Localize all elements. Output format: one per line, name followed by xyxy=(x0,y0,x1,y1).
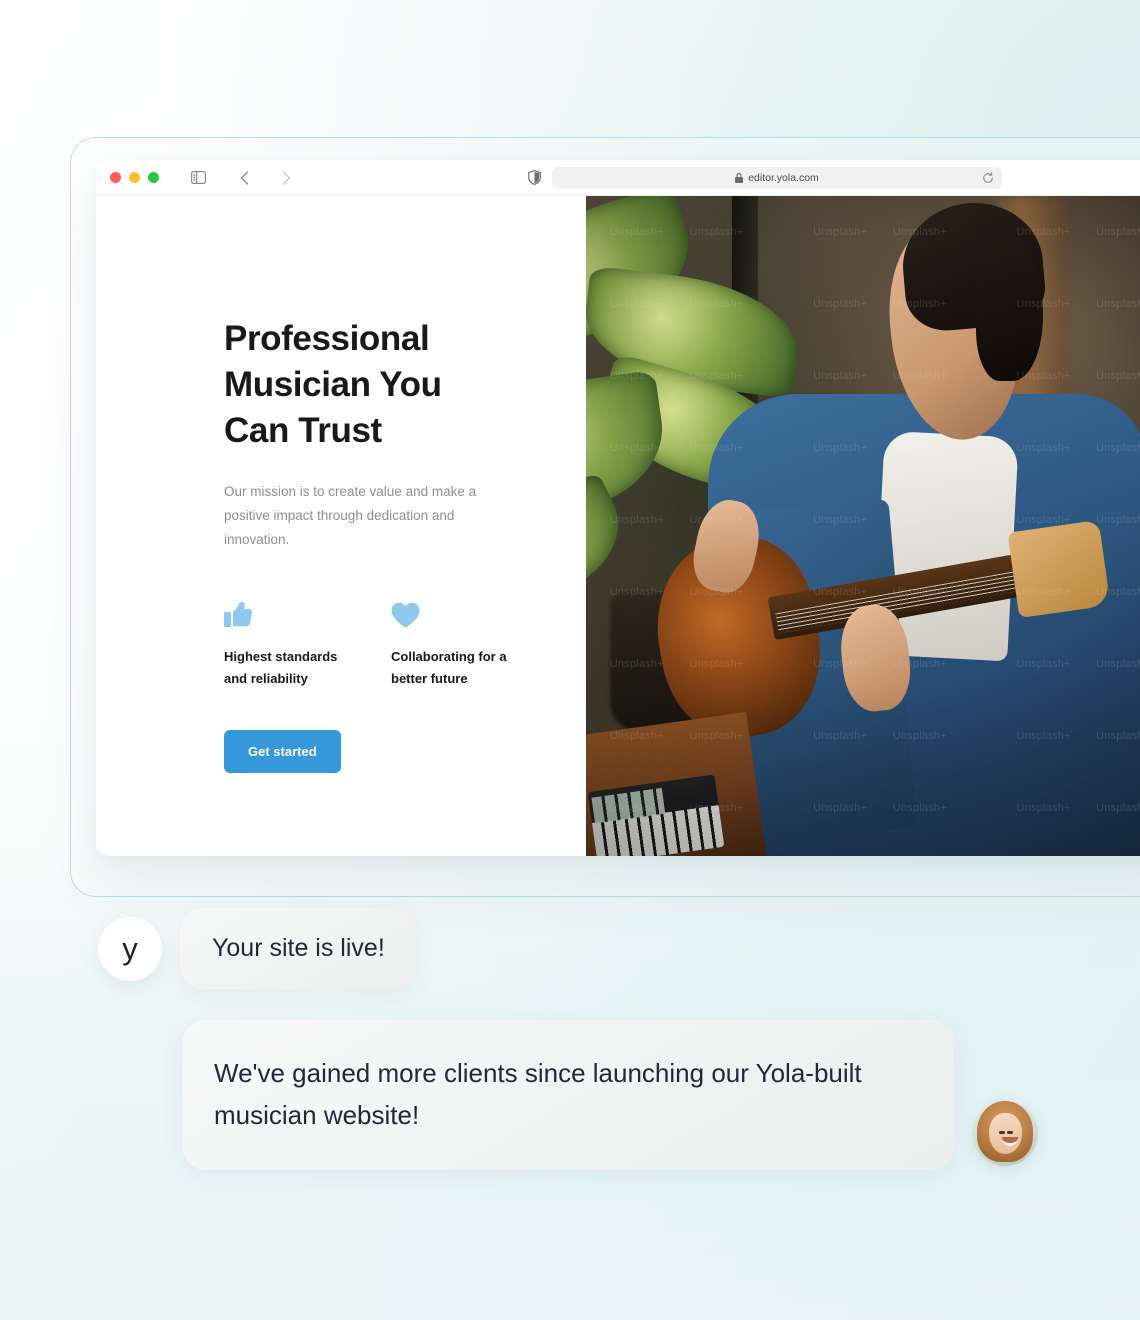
maximize-window-button[interactable] xyxy=(148,172,159,183)
feature-label: Collaborating for a better future xyxy=(391,649,507,686)
website-page: Professional Musician You Can Trust Our … xyxy=(96,196,1140,856)
reload-icon[interactable] xyxy=(982,171,994,184)
chat-bubble-site-live: Your site is live! xyxy=(180,908,417,989)
lock-icon xyxy=(735,172,744,183)
chevron-right-icon[interactable] xyxy=(273,166,299,190)
yola-logo-avatar: y xyxy=(98,916,162,981)
thumbs-up-icon xyxy=(224,598,356,628)
avatar-smile xyxy=(1001,1136,1018,1146)
avatar-eye xyxy=(1006,1131,1013,1135)
browser-titlebar: editor.yola.com xyxy=(96,160,1140,196)
feature-item: Highest standards and reliability xyxy=(224,598,356,690)
privacy-controls[interactable] xyxy=(521,166,547,190)
heart-icon xyxy=(391,598,523,628)
browser-nav-controls[interactable] xyxy=(185,166,299,190)
hero-text-column: Professional Musician You Can Trust Our … xyxy=(96,196,586,856)
traffic-lights[interactable] xyxy=(110,172,159,183)
chat-message-row: y Your site is live! xyxy=(98,908,417,989)
page-subtitle: Our mission is to create value and make … xyxy=(224,484,477,547)
hero-image-column: Unsplash+Unsplash+Unsplash+Unsplash+Unsp… xyxy=(586,196,1140,856)
client-avatar xyxy=(972,1100,1038,1166)
chat-message-row: We've gained more clients since launchin… xyxy=(182,1020,1052,1170)
feature-item: Collaborating for a better future xyxy=(391,598,523,690)
feature-label: Highest standards and reliability xyxy=(224,649,338,686)
feature-list: Highest standards and reliability Collab… xyxy=(224,598,586,690)
sidebar-toggle-icon[interactable] xyxy=(185,166,211,190)
close-window-button[interactable] xyxy=(110,172,121,183)
browser-window: editor.yola.com Professional Musician Yo… xyxy=(96,160,1140,856)
avatar-eye xyxy=(999,1131,1006,1135)
address-bar[interactable]: editor.yola.com xyxy=(552,166,1002,189)
chat-bubble-testimonial: We've gained more clients since launchin… xyxy=(182,1020,954,1170)
minimize-window-button[interactable] xyxy=(129,172,140,183)
hero-image: Unsplash+Unsplash+Unsplash+Unsplash+Unsp… xyxy=(586,196,1140,856)
shield-icon[interactable] xyxy=(521,166,547,190)
hero-image-vignette xyxy=(586,196,1140,856)
address-bar-url: editor.yola.com xyxy=(748,171,819,184)
get-started-button[interactable]: Get started xyxy=(224,730,341,773)
avatar-face xyxy=(988,1113,1022,1155)
chevron-left-icon[interactable] xyxy=(231,166,257,190)
page-title: Professional Musician You Can Trust xyxy=(224,319,442,450)
